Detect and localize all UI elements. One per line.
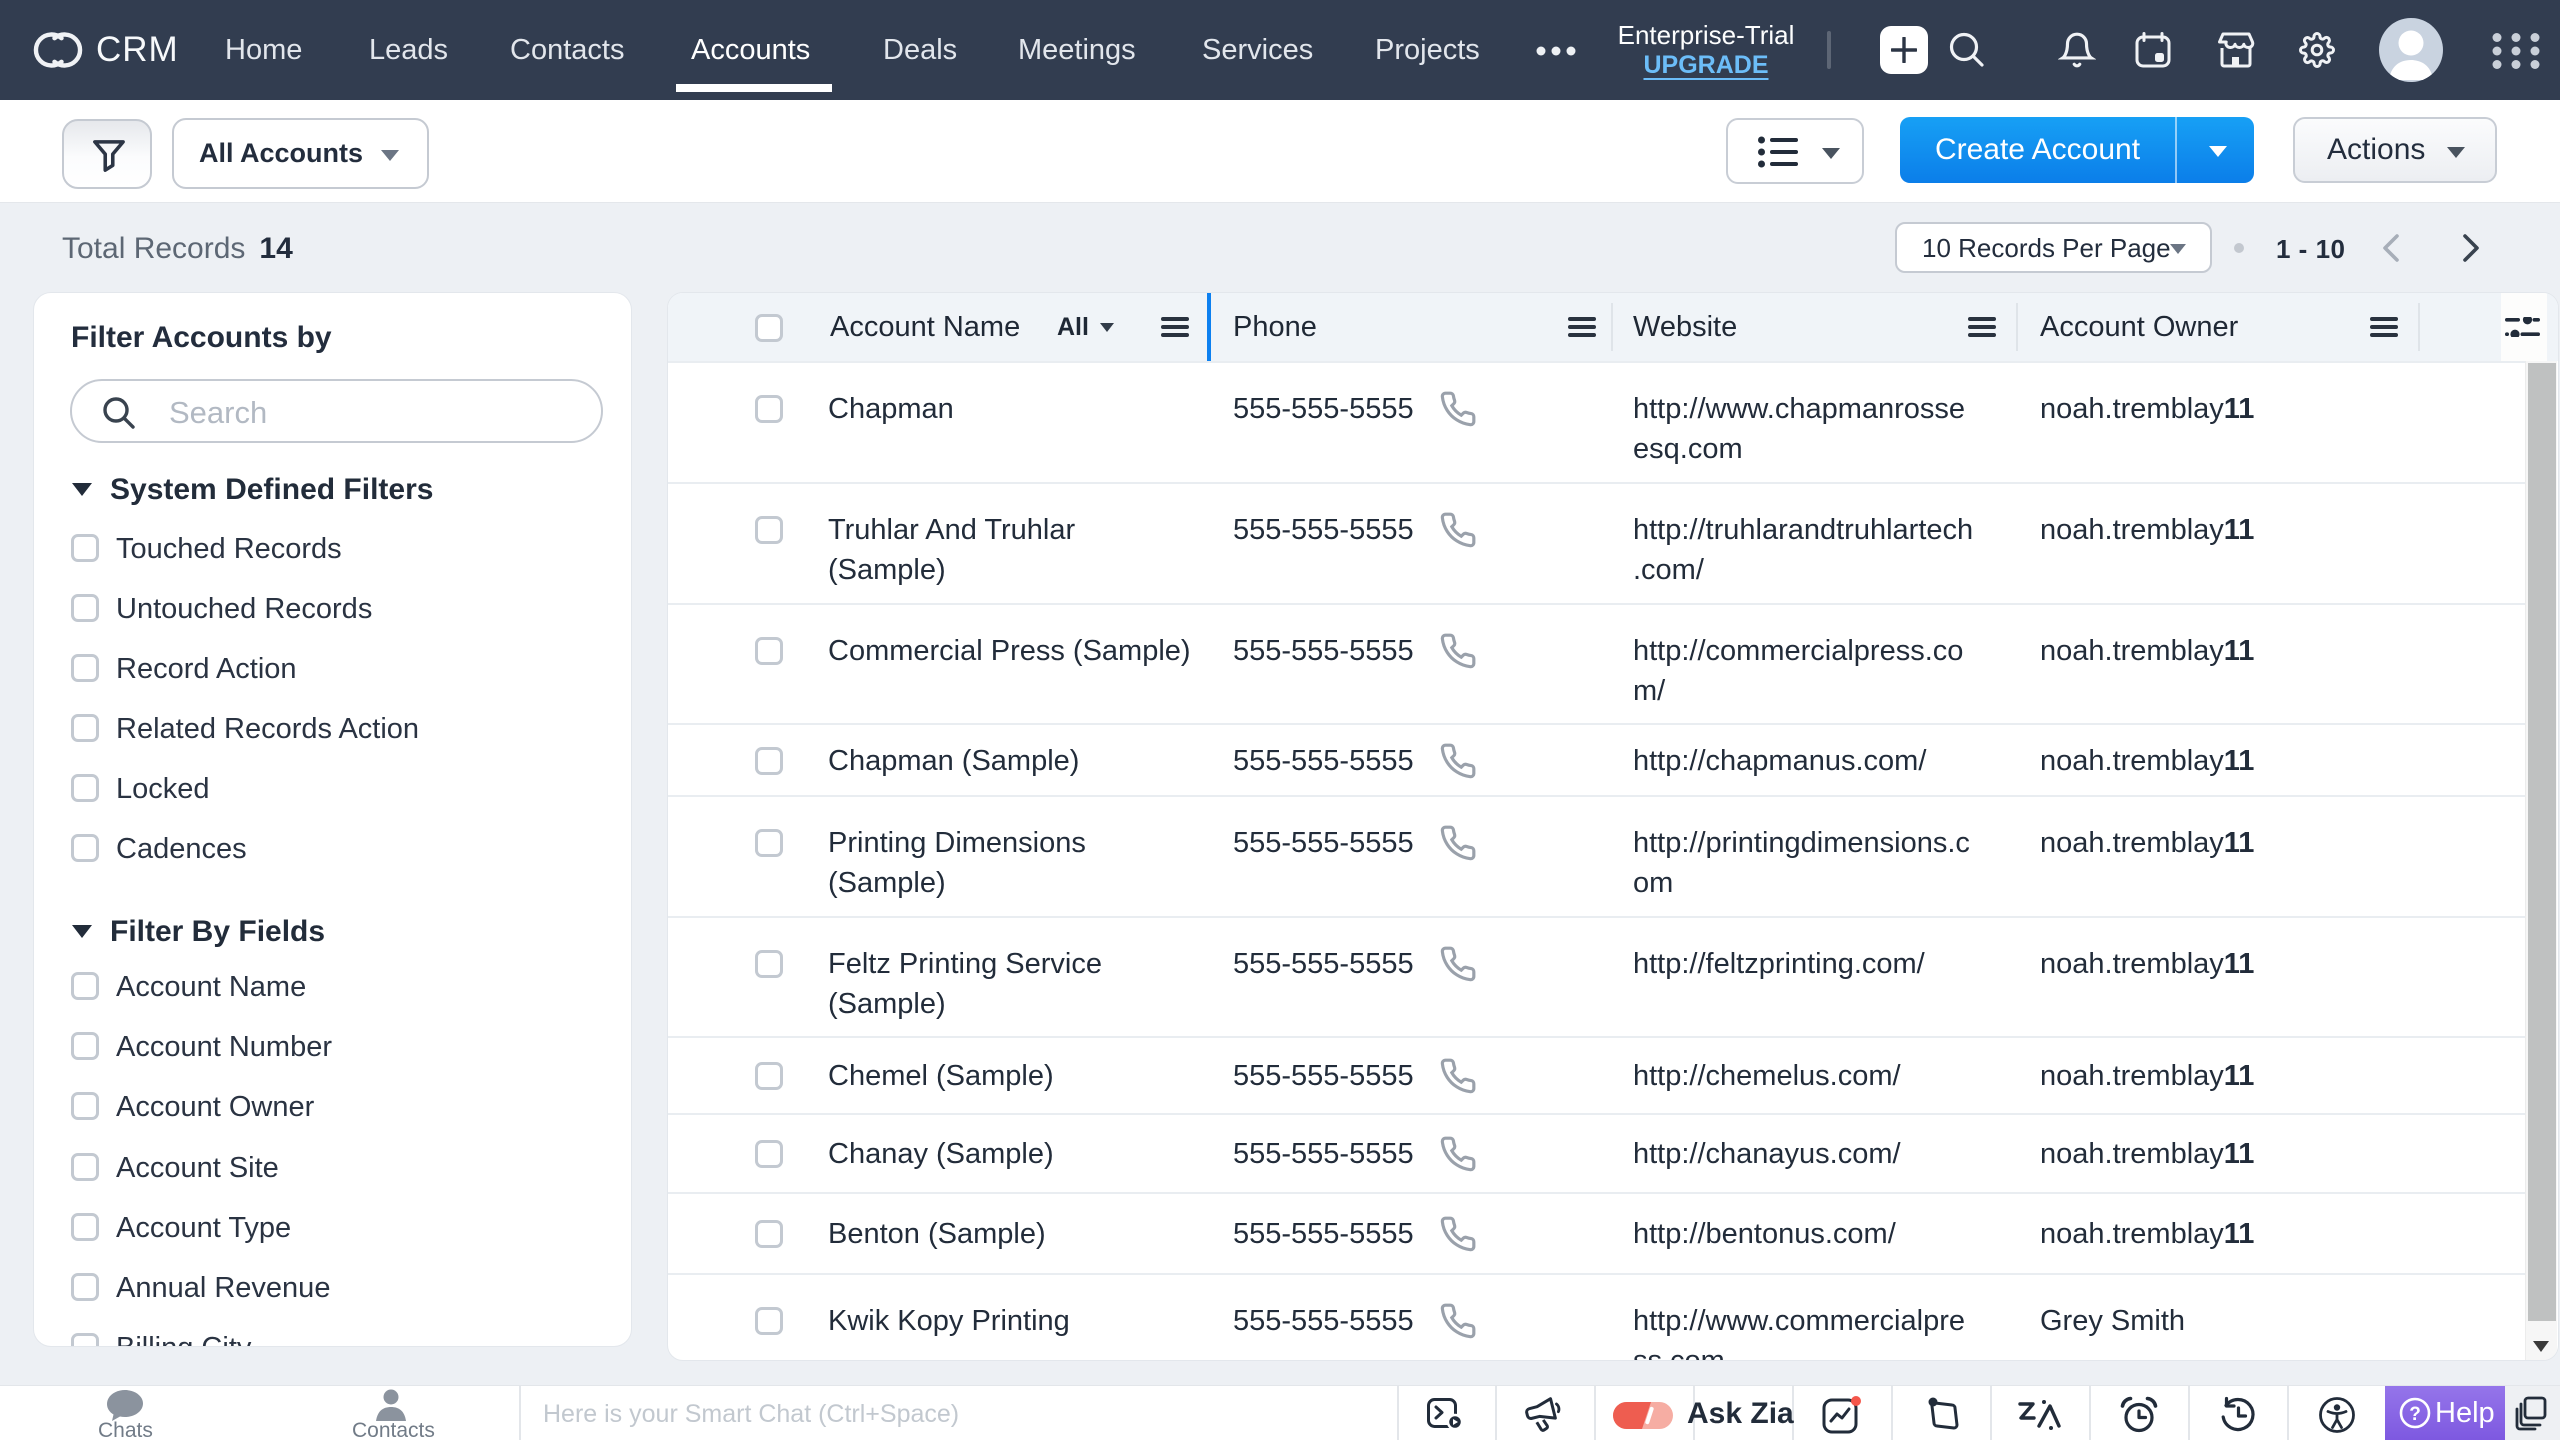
svg-text:?: ? <box>2409 1404 2421 1425</box>
